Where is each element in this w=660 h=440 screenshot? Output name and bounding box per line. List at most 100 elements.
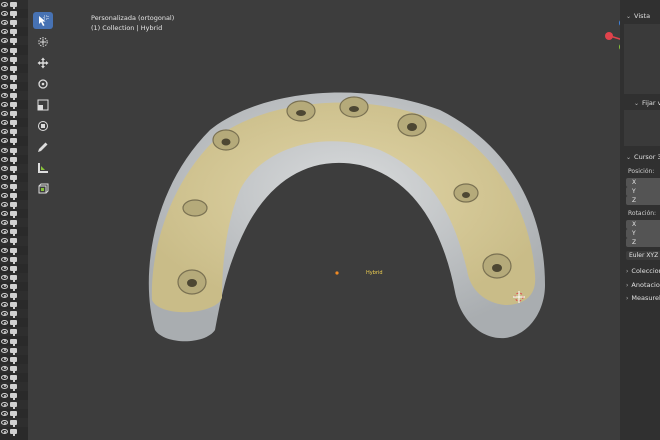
- outliner-row[interactable]: [0, 90, 28, 101]
- monitor-icon[interactable]: [10, 347, 17, 355]
- outliner-row[interactable]: [0, 409, 28, 419]
- rotate-tool[interactable]: [33, 75, 53, 92]
- monitor-icon[interactable]: [10, 38, 17, 46]
- dental-arch-model[interactable]: [28, 0, 620, 440]
- monitor-icon[interactable]: [10, 20, 17, 28]
- eye-icon[interactable]: [1, 238, 8, 244]
- eye-icon[interactable]: [1, 247, 8, 253]
- eye-icon[interactable]: [1, 220, 8, 226]
- eye-icon[interactable]: [1, 92, 8, 98]
- outliner-row[interactable]: [0, 272, 28, 282]
- eye-icon[interactable]: [1, 211, 8, 217]
- eye-icon[interactable]: [1, 265, 8, 271]
- outliner-row[interactable]: [0, 100, 28, 110]
- monitor-icon[interactable]: [10, 420, 17, 428]
- monitor-icon[interactable]: [10, 229, 17, 237]
- outliner-row[interactable]: [0, 391, 28, 401]
- monitor-icon[interactable]: [10, 165, 17, 173]
- move-tool[interactable]: [33, 54, 53, 71]
- cursor-rotation-y-field[interactable]: Y: [626, 229, 660, 238]
- eye-icon[interactable]: [1, 283, 8, 289]
- eye-icon[interactable]: [1, 120, 8, 126]
- outliner-row[interactable]: [0, 218, 28, 228]
- outliner-row[interactable]: [0, 45, 28, 55]
- outliner-row[interactable]: [0, 72, 28, 82]
- monitor-icon[interactable]: [10, 411, 17, 419]
- monitor-icon[interactable]: [10, 338, 17, 346]
- monitor-icon[interactable]: [10, 374, 17, 382]
- outliner-row[interactable]: [0, 127, 28, 137]
- monitor-icon[interactable]: [10, 220, 17, 228]
- outliner-row[interactable]: [0, 336, 28, 346]
- monitor-icon[interactable]: [10, 147, 17, 155]
- eye-icon[interactable]: [1, 165, 8, 171]
- 3d-viewport[interactable]: Personalizada (ortogonal) (1) Collection…: [28, 0, 642, 440]
- outliner-row[interactable]: [0, 345, 28, 355]
- eye-icon[interactable]: [1, 156, 8, 162]
- eye-icon[interactable]: [1, 138, 8, 144]
- outliner-row[interactable]: [0, 109, 28, 119]
- outliner-row[interactable]: [0, 9, 28, 19]
- outliner-row[interactable]: [0, 264, 28, 273]
- monitor-icon[interactable]: [10, 129, 17, 137]
- eye-icon[interactable]: [1, 229, 8, 235]
- monitor-icon[interactable]: [10, 402, 17, 410]
- outliner-row[interactable]: [0, 209, 28, 219]
- monitor-icon[interactable]: [10, 311, 17, 319]
- monitor-icon[interactable]: [10, 111, 17, 119]
- monitor-icon[interactable]: [10, 393, 17, 401]
- outliner-row[interactable]: [0, 373, 28, 382]
- eye-icon[interactable]: [1, 338, 8, 344]
- eye-icon[interactable]: [1, 420, 8, 426]
- outliner-row[interactable]: [0, 200, 28, 210]
- eye-icon[interactable]: [1, 20, 8, 26]
- eye-icon[interactable]: [1, 74, 8, 80]
- eye-icon[interactable]: [1, 47, 8, 53]
- eye-icon[interactable]: [1, 347, 8, 353]
- cursor-location-z-field[interactable]: Z: [626, 196, 660, 205]
- eye-icon[interactable]: [1, 256, 8, 262]
- eye-icon[interactable]: [1, 293, 8, 299]
- monitor-icon[interactable]: [10, 174, 17, 182]
- eye-icon[interactable]: [1, 320, 8, 326]
- outliner-row[interactable]: [0, 163, 28, 173]
- eye-icon[interactable]: [1, 202, 8, 208]
- monitor-icon[interactable]: [10, 102, 17, 110]
- outliner-row[interactable]: [0, 27, 28, 37]
- outliner-row[interactable]: [0, 82, 28, 91]
- colecciones-header[interactable]: › Coleccion: [626, 267, 660, 275]
- outliner-row[interactable]: [0, 145, 28, 155]
- monitor-icon[interactable]: [10, 74, 17, 82]
- monitor-icon[interactable]: [10, 183, 17, 191]
- eye-icon[interactable]: [1, 83, 8, 89]
- outliner-row[interactable]: [0, 118, 28, 128]
- monitor-icon[interactable]: [10, 202, 17, 210]
- monitor-icon[interactable]: [10, 92, 17, 100]
- outliner-row[interactable]: [0, 54, 28, 64]
- outliner-row[interactable]: [0, 181, 28, 191]
- outliner-row[interactable]: [0, 327, 28, 337]
- outliner-row[interactable]: [0, 300, 28, 310]
- eye-icon[interactable]: [1, 111, 8, 117]
- monitor-icon[interactable]: [10, 29, 17, 37]
- eye-icon[interactable]: [1, 11, 8, 17]
- rotation-mode-select[interactable]: Euler XYZ: [626, 251, 660, 260]
- outliner-row[interactable]: [0, 282, 28, 291]
- outliner-row[interactable]: [0, 400, 28, 410]
- eye-icon[interactable]: [1, 29, 8, 35]
- eye-icon[interactable]: [1, 147, 8, 153]
- cursor-location-y-field[interactable]: Y: [626, 187, 660, 196]
- eye-icon[interactable]: [1, 274, 8, 280]
- eye-icon[interactable]: [1, 2, 8, 8]
- eye-icon[interactable]: [1, 329, 8, 335]
- monitor-icon[interactable]: [10, 283, 17, 291]
- monitor-icon[interactable]: [10, 302, 17, 310]
- cursor-rotation-x-field[interactable]: X: [626, 220, 660, 229]
- eye-icon[interactable]: [1, 183, 8, 189]
- eye-icon[interactable]: [1, 65, 8, 71]
- monitor-icon[interactable]: [10, 83, 17, 91]
- outliner-row[interactable]: [0, 254, 28, 264]
- monitor-icon[interactable]: [10, 274, 17, 282]
- eye-icon[interactable]: [1, 38, 8, 44]
- eye-icon[interactable]: [1, 402, 8, 408]
